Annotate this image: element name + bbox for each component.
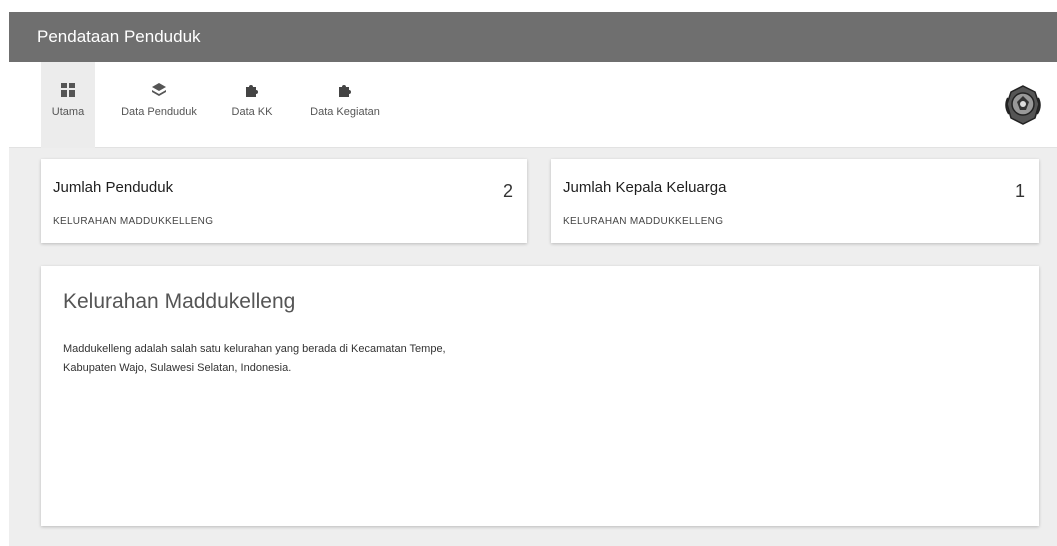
nav-item-data-kegiatan[interactable]: Data Kegiatan [299, 62, 391, 148]
stat-title: Jumlah Penduduk [53, 179, 174, 196]
info-title: Kelurahan Maddukelleng [63, 290, 296, 313]
nav-item-label: Data Penduduk [121, 106, 197, 118]
stat-title: Jumlah Kepala Keluarga [563, 179, 727, 196]
stat-value: 1 [1014, 181, 1025, 201]
puzzle-icon [299, 82, 391, 102]
stat-card-kepala-keluarga: Jumlah Kepala Keluarga KELURAHAN MADDUKK… [551, 159, 1039, 243]
puzzle-icon [224, 82, 280, 102]
nav-item-label: Utama [51, 106, 85, 118]
info-description: Maddukelleng adalah salah satu kelurahan… [63, 343, 446, 374]
regency-emblem-logo [1003, 84, 1043, 126]
info-card: Kelurahan Maddukelleng Maddukelleng adal… [41, 266, 1039, 526]
layers-icon [113, 82, 205, 102]
nav-item-label: Data Kegiatan [310, 106, 380, 118]
nav-item-data-kk[interactable]: Data KK [224, 62, 280, 148]
stat-value: 2 [502, 181, 513, 201]
app-title: Pendataan Penduduk [9, 12, 1057, 62]
nav-item-data-penduduk[interactable]: Data Penduduk [113, 62, 205, 148]
top-navigation: Utama Data Penduduk Data KK Data Kegiata… [9, 62, 1057, 148]
stat-card-penduduk: Jumlah Penduduk KELURAHAN MADDUKKELLENG … [41, 159, 527, 243]
nav-item-label: Data KK [231, 106, 273, 118]
stat-subtitle: KELURAHAN MADDUKKELLENG [53, 216, 214, 227]
app-window: Pendataan Penduduk Utama Data Penduduk D… [9, 12, 1057, 546]
stat-subtitle: KELURAHAN MADDUKKELLENG [563, 216, 724, 227]
nav-item-utama[interactable]: Utama [41, 62, 95, 148]
dashboard-icon [41, 82, 95, 102]
